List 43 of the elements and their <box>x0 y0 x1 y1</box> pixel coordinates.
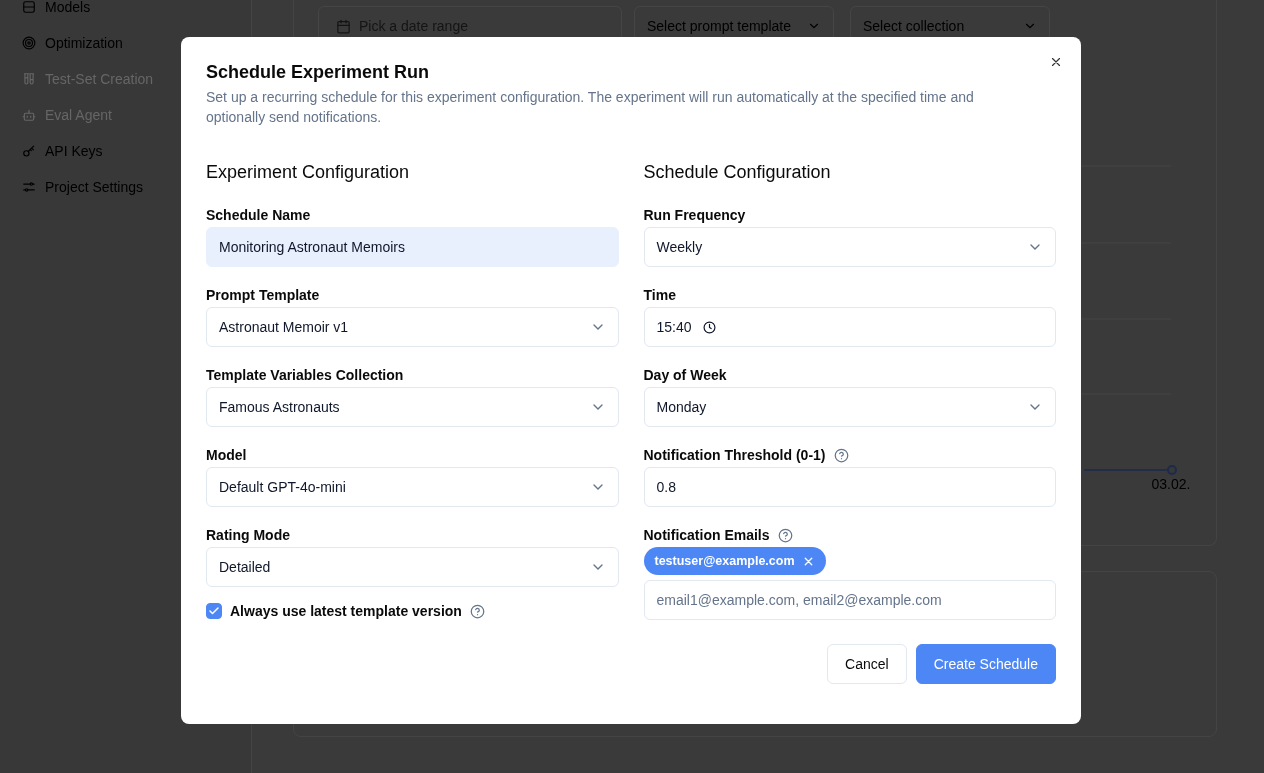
key-icon <box>22 144 36 158</box>
clock-icon[interactable] <box>702 320 716 334</box>
close-icon <box>1049 55 1063 69</box>
field-label: Notification Emails <box>643 526 770 545</box>
field-label: Template Variables Collection <box>206 366 404 385</box>
box-icon <box>22 0 36 14</box>
data-point <box>1167 465 1177 475</box>
field-label: Run Frequency <box>643 206 746 225</box>
check-icon <box>208 605 220 617</box>
field-label: Rating Mode <box>206 526 290 545</box>
sliders-icon <box>22 180 36 194</box>
section-heading: Schedule Configuration <box>643 161 832 184</box>
select-field[interactable]: Astronaut Memoir v1 <box>206 307 619 347</box>
email-input[interactable]: email1@example.com, email2@example.com <box>643 580 1056 620</box>
checkbox-label[interactable]: Always use latest template version <box>230 603 462 619</box>
time-field[interactable]: 15:40 <box>643 307 1056 347</box>
field-label: Prompt Template <box>206 286 320 305</box>
target-icon <box>22 36 36 50</box>
axis-label: 03.02. <box>1151 476 1191 492</box>
select-field[interactable]: Weekly <box>643 227 1056 267</box>
help-icon[interactable] <box>469 603 485 619</box>
section-heading: Experiment Configuration <box>206 161 411 184</box>
field-label: Time <box>643 286 676 305</box>
cancel-button[interactable]: Cancel <box>827 644 907 684</box>
help-icon[interactable] <box>777 527 793 543</box>
checkbox[interactable] <box>206 603 222 619</box>
help-icon[interactable] <box>833 447 849 463</box>
test-tubes-icon <box>22 72 36 86</box>
select-field[interactable]: Famous Astronauts <box>206 387 619 427</box>
dialog-title: Schedule Experiment Run <box>206 61 431 83</box>
dialog-description: Set up a recurring schedule for this experiment configuration. The experiment will run automatically at the specified time and optionally send notifications. <box>206 88 975 127</box>
email-tag-text: testuser@example.com <box>654 554 795 568</box>
field-label: Model <box>206 446 247 465</box>
select-field[interactable]: Default GPT-4o-mini <box>206 467 619 507</box>
field-label: Notification Threshold (0-1) <box>643 446 826 465</box>
select-field[interactable]: Monday <box>643 387 1056 427</box>
select-field[interactable]: Detailed <box>206 547 619 587</box>
field-label: Schedule Name <box>206 206 311 225</box>
text-field[interactable]: Monitoring Astronaut Memoirs <box>206 227 619 267</box>
robot-icon <box>22 108 36 122</box>
field-label: Day of Week <box>643 366 727 385</box>
text-field[interactable]: 0.8 <box>643 467 1056 507</box>
calendar-icon <box>336 18 351 34</box>
